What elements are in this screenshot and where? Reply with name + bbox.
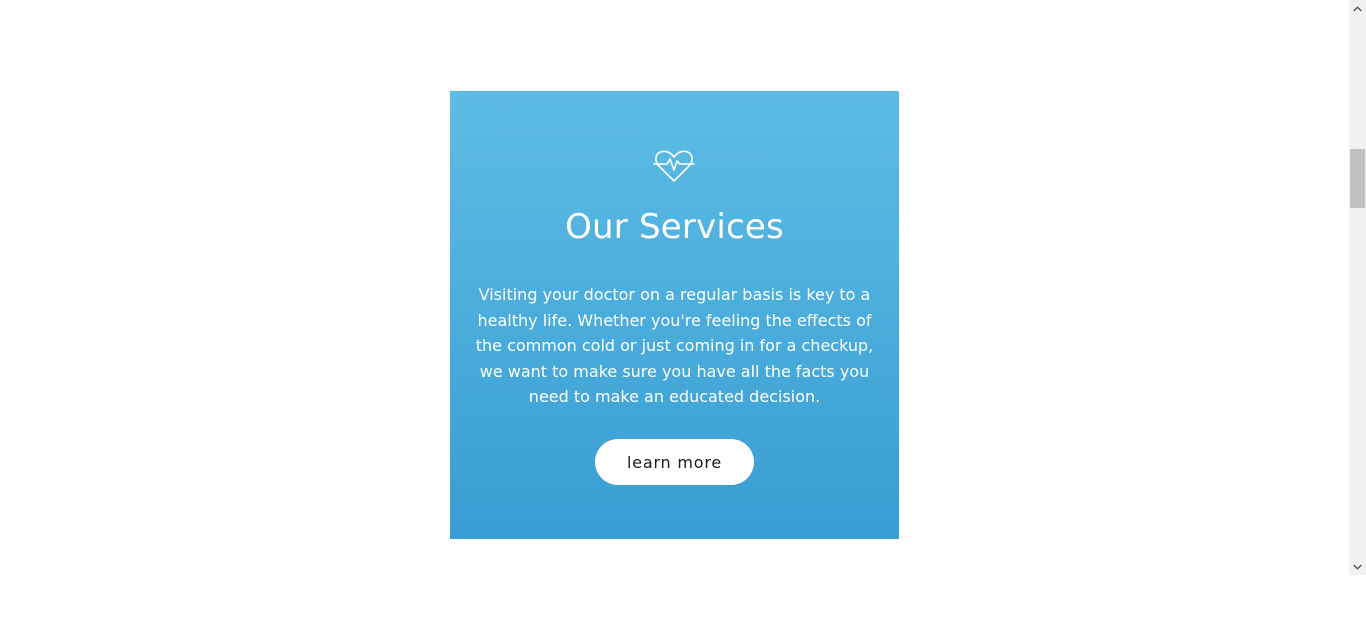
services-title: Our Services <box>565 207 784 247</box>
services-card: Our Services Visiting your doctor on a r… <box>450 91 899 539</box>
vertical-scrollbar[interactable] <box>1349 0 1366 575</box>
services-description: Visiting your doctor on a regular basis … <box>475 285 874 406</box>
learn-more-button[interactable]: learn more <box>595 439 754 485</box>
scroll-down-arrow-icon[interactable] <box>1349 558 1366 575</box>
heart-pulse-icon <box>653 149 695 183</box>
page-viewport: Our Services Visiting your doctor on a r… <box>0 0 1349 643</box>
scrollbar-thumb[interactable] <box>1350 149 1365 208</box>
scroll-up-arrow-icon[interactable] <box>1349 0 1366 17</box>
